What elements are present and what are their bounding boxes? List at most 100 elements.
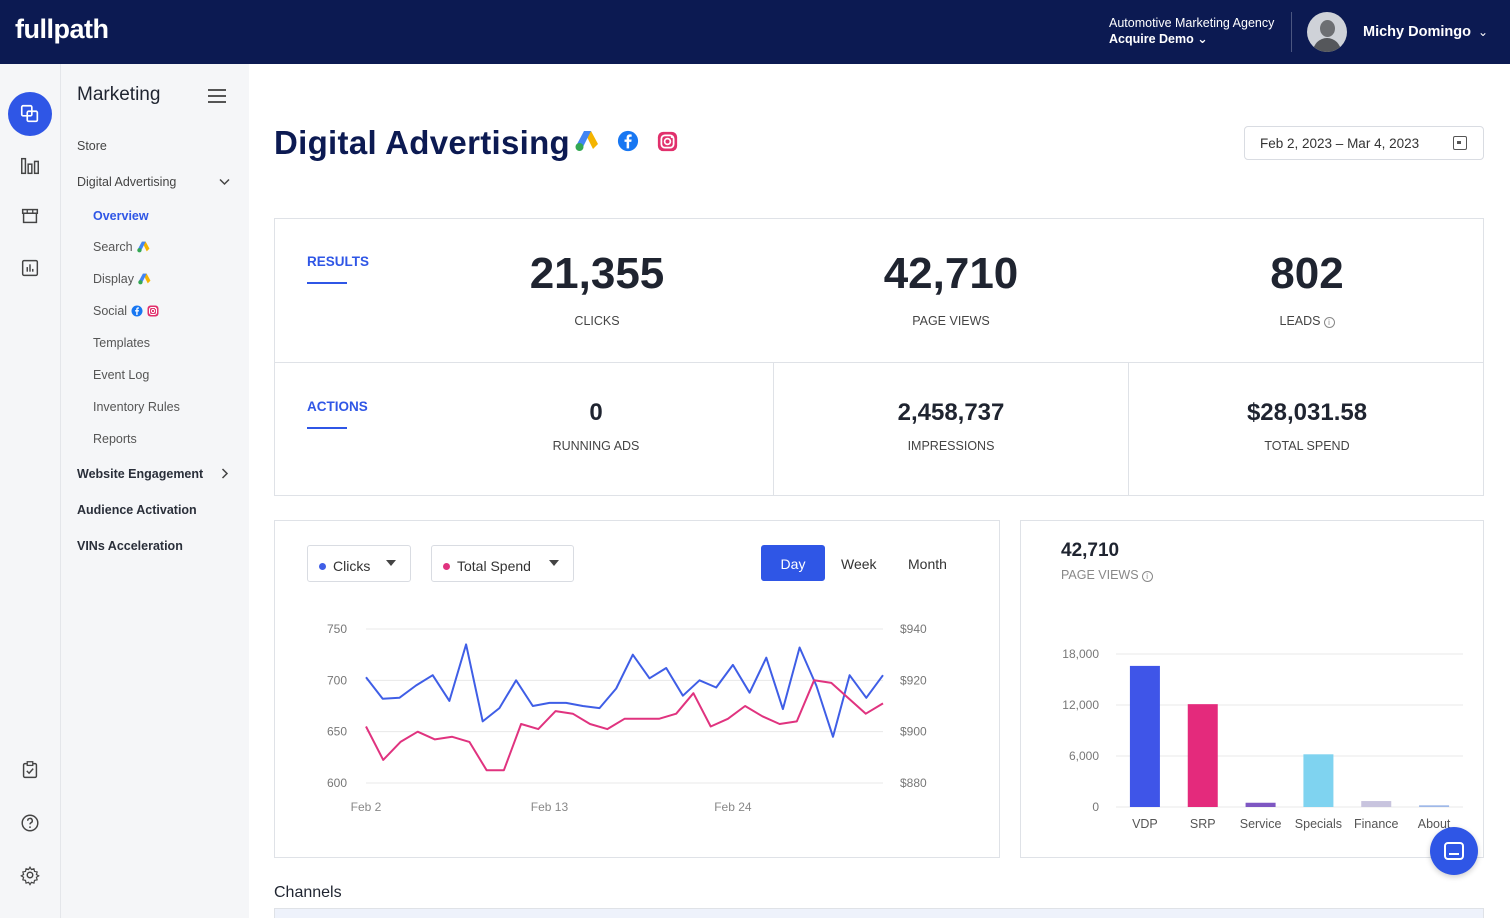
sidebar-item-vins-acceleration[interactable]: VINs Acceleration: [77, 539, 183, 553]
y-tick-label: 6,000: [1069, 749, 1099, 763]
bar-finance: [1361, 801, 1392, 807]
page-views-value: 42,710: [883, 249, 1019, 298]
x-tick-label: Feb 2: [351, 800, 382, 814]
series-line-clicks: [365, 643, 884, 738]
chat-launcher-button[interactable]: [1430, 827, 1478, 875]
store-rail-button[interactable]: [8, 194, 52, 238]
user-avatar[interactable]: [1307, 12, 1347, 52]
sidebar-item-website-engagement[interactable]: Website Engagement: [77, 467, 203, 481]
sidebar-item-search[interactable]: Search: [93, 240, 150, 254]
bar-srp: [1187, 704, 1218, 807]
sidebar-item-label: Search: [93, 240, 133, 254]
x-tick-label: Finance: [1354, 817, 1399, 831]
sidebar-item-store[interactable]: Store: [77, 139, 107, 153]
chevron-right-icon[interactable]: [221, 468, 229, 479]
chevron-down-icon[interactable]: [219, 178, 230, 186]
kpi-divider: [773, 362, 774, 496]
settings-icon: [20, 866, 40, 886]
actions-underline: [307, 427, 347, 429]
results-underline: [307, 282, 347, 284]
reports-rail-button[interactable]: [8, 246, 52, 290]
store-icon: [21, 208, 39, 224]
y-tick-label: 18,000: [1062, 647, 1099, 661]
sidebar-item-event-log[interactable]: Event Log: [93, 368, 149, 382]
settings-rail-button[interactable]: [8, 853, 52, 897]
channels-table-header: [274, 908, 1484, 918]
user-name[interactable]: Michy Domingo: [1363, 24, 1471, 40]
y-left-tick-label: 750: [327, 622, 347, 636]
channels-heading: Channels: [274, 884, 342, 901]
sidebar-item-label: Social: [93, 304, 128, 318]
actions-label: ACTIONS: [307, 399, 368, 414]
y-left-tick-label: 700: [327, 673, 347, 687]
trend-line-chart: 600 $880 650 $900 700 $920 750 $940 Feb 2 Feb 13 F…: [327, 622, 927, 814]
google-ads-icon: [575, 131, 598, 151]
sidebar-item-inventory-rules[interactable]: Inventory Rules: [93, 400, 180, 414]
kpi-divider: [1128, 362, 1129, 496]
menu-icon[interactable]: [208, 89, 226, 103]
clicks-value: 21,355: [529, 249, 665, 298]
y-right-tick-label: $940: [900, 622, 927, 636]
calendar-icon: [1453, 136, 1467, 150]
series-line-total-spend: [365, 679, 884, 772]
y-left-tick-label: 650: [327, 725, 347, 739]
sidebar-item-label: Templates: [93, 336, 150, 350]
icon-rail: [0, 64, 61, 918]
page-views-caption: PAGE VIEWS i: [1061, 568, 1153, 582]
google-ads-icon: [136, 241, 150, 253]
impressions-value: 2,458,737: [897, 399, 1005, 426]
date-range-picker[interactable]: Feb 2, 2023 – Mar 4, 2023: [1244, 126, 1484, 160]
tasks-rail-button[interactable]: [8, 748, 52, 792]
sidebar-item-reports[interactable]: Reports: [93, 432, 137, 446]
info-icon[interactable]: i: [1323, 317, 1335, 328]
chat-icon: [1444, 842, 1464, 860]
report-icon: [21, 259, 39, 277]
running-ads-label: RUNNING ADS: [552, 439, 640, 453]
leads-value: 802: [1270, 249, 1344, 298]
bar-vdp: [1129, 665, 1160, 807]
channel-icons: [575, 130, 678, 152]
impressions-label: IMPRESSIONS: [907, 439, 995, 453]
kpi-divider: [275, 362, 1483, 363]
marketing-rail-button[interactable]: [8, 92, 52, 136]
facebook-icon: [131, 305, 143, 317]
kpi-card: RESULTS 21,355 CLICKS 42,710 PAGE VIEWS …: [274, 218, 1484, 496]
help-icon: [21, 814, 39, 832]
layers-icon: [20, 104, 39, 123]
instagram-icon: [147, 305, 159, 317]
page-views-caption-label: PAGE VIEWS: [1061, 568, 1139, 582]
total-spend-value: $28,031.58: [1246, 399, 1368, 426]
clicks-label: CLICKS: [574, 314, 620, 328]
x-tick-label: Feb 13: [531, 800, 569, 814]
info-icon[interactable]: i: [1141, 571, 1153, 582]
page-views-total: 42,710: [1061, 540, 1120, 561]
account-switcher[interactable]: Automotive Marketing Agency Acquire Demo…: [1109, 15, 1274, 47]
sidebar-item-label: Overview: [93, 209, 149, 223]
page-title: Digital Advertising: [274, 124, 571, 161]
account-name: Acquire Demo ⌄: [1109, 32, 1208, 46]
sidebar-item-templates[interactable]: Templates: [93, 336, 150, 350]
google-ads-icon: [138, 273, 151, 285]
sidebar: Marketing Store Digital Advertising Over…: [61, 64, 249, 918]
help-rail-button[interactable]: [8, 801, 52, 845]
sidebar-item-overview[interactable]: Overview: [93, 209, 149, 223]
facebook-icon: [617, 130, 639, 152]
y-left-tick-label: 600: [327, 776, 347, 790]
running-ads-value: 0: [589, 399, 603, 426]
bar-about: [1419, 805, 1450, 807]
fullpath-logo[interactable]: fullpath: [15, 14, 109, 45]
sidebar-item-social[interactable]: Social: [93, 304, 159, 318]
checklist-icon: [22, 761, 38, 779]
bar-specials: [1303, 754, 1334, 807]
top-navbar: fullpath Automotive Marketing Agency Acq…: [0, 0, 1510, 64]
trend-chart-card: Clicks Total Spend Day Week Month 600 $88…: [274, 520, 1000, 858]
y-tick-label: 12,000: [1062, 698, 1099, 712]
chevron-down-icon[interactable]: ⌄: [1478, 25, 1488, 39]
sidebar-item-display[interactable]: Display: [93, 272, 151, 286]
analytics-rail-button[interactable]: [8, 144, 52, 188]
x-tick-label: VDP: [1132, 817, 1158, 831]
sidebar-item-audience-activation[interactable]: Audience Activation: [77, 503, 197, 517]
total-spend-label: TOTAL SPEND: [1264, 439, 1350, 453]
sidebar-item-digital-advertising[interactable]: Digital Advertising: [77, 175, 176, 189]
x-tick-label: Feb 24: [714, 800, 752, 814]
